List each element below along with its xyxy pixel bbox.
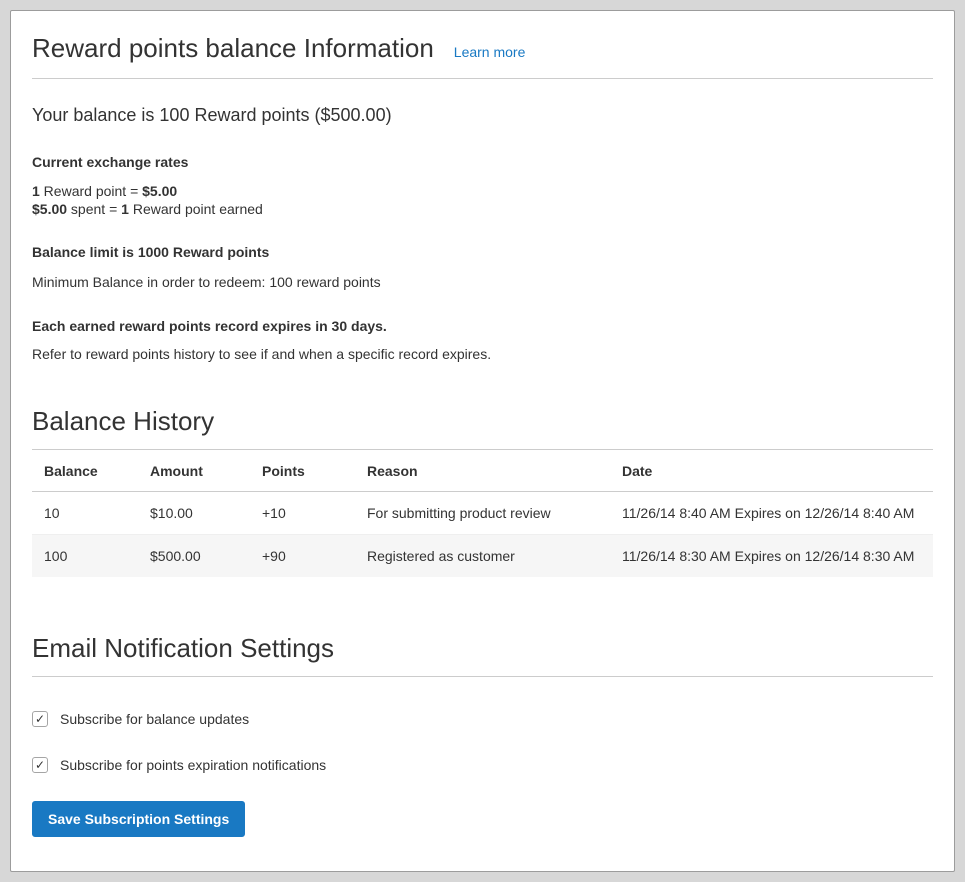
- balance-updates-checkbox[interactable]: ✓: [32, 711, 48, 727]
- table-cell: 100: [32, 535, 138, 578]
- table-cell: For submitting product review: [355, 492, 610, 535]
- expiry-rule-text: Each earned reward points record expires…: [32, 318, 933, 334]
- balance-updates-option: ✓ Subscribe for balance updates: [32, 711, 933, 727]
- table-header-row: Balance Amount Points Reason Date: [32, 450, 933, 492]
- balance-summary: Your balance is 100 Reward points ($500.…: [32, 105, 933, 126]
- table-cell: 10: [32, 492, 138, 535]
- rate1-amount: $5.00: [142, 183, 177, 199]
- email-settings-heading: Email Notification Settings: [32, 633, 933, 677]
- minimum-balance-text: Minimum Balance in order to redeem: 100 …: [32, 274, 933, 290]
- exchange-rate-line-2: $5.00 spent = 1 Reward point earned: [32, 200, 933, 218]
- table-header: Balance Amount Points Reason Date: [32, 450, 933, 492]
- table-cell: 11/26/14 8:30 AM Expires on 12/26/14 8:3…: [610, 535, 933, 578]
- table-body: 10$10.00+10For submitting product review…: [32, 492, 933, 578]
- reward-points-card: Reward points balance Information Learn …: [10, 10, 955, 872]
- expiration-notifications-checkbox[interactable]: ✓: [32, 757, 48, 773]
- expiration-notifications-label[interactable]: Subscribe for points expiration notifica…: [60, 757, 326, 773]
- table-cell: 11/26/14 8:40 AM Expires on 12/26/14 8:4…: [610, 492, 933, 535]
- col-header-points: Points: [250, 450, 355, 492]
- save-subscription-button[interactable]: Save Subscription Settings: [32, 801, 245, 837]
- col-header-reason: Reason: [355, 450, 610, 492]
- table-cell: +90: [250, 535, 355, 578]
- table-row: 100$500.00+90Registered as customer11/26…: [32, 535, 933, 578]
- table-cell: Registered as customer: [355, 535, 610, 578]
- expiry-note-text: Refer to reward points history to see if…: [32, 346, 933, 362]
- page-title-row: Reward points balance Information Learn …: [32, 33, 933, 79]
- rate1-points: 1: [32, 183, 40, 199]
- col-header-amount: Amount: [138, 450, 250, 492]
- table-row: 10$10.00+10For submitting product review…: [32, 492, 933, 535]
- balance-updates-label[interactable]: Subscribe for balance updates: [60, 711, 249, 727]
- rate1-text: Reward point =: [40, 183, 142, 199]
- page-title: Reward points balance Information: [32, 33, 434, 64]
- col-header-date: Date: [610, 450, 933, 492]
- balance-history-table: Balance Amount Points Reason Date 10$10.…: [32, 450, 933, 577]
- table-cell: $10.00: [138, 492, 250, 535]
- learn-more-link[interactable]: Learn more: [454, 44, 526, 60]
- expiration-notifications-option: ✓ Subscribe for points expiration notifi…: [32, 757, 933, 773]
- balance-history-heading: Balance History: [32, 406, 933, 450]
- exchange-rates-heading: Current exchange rates: [32, 154, 933, 170]
- rate2-points: 1: [121, 201, 129, 217]
- table-cell: +10: [250, 492, 355, 535]
- rate2-amount: $5.00: [32, 201, 67, 217]
- exchange-rate-line-1: 1 Reward point = $5.00: [32, 182, 933, 200]
- rate2-text-2: Reward point earned: [129, 201, 263, 217]
- table-cell: $500.00: [138, 535, 250, 578]
- rate2-text-1: spent =: [67, 201, 121, 217]
- col-header-balance: Balance: [32, 450, 138, 492]
- balance-limit-text: Balance limit is 1000 Reward points: [32, 244, 933, 260]
